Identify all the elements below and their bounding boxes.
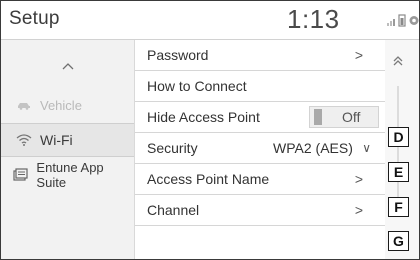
double-chevron-up-icon [393, 56, 403, 66]
settings-status-icon [409, 16, 419, 25]
row-label: Hide Access Point [147, 109, 260, 125]
sidebar-item-vehicle[interactable]: Vehicle [1, 88, 134, 122]
page-title: Setup [9, 8, 60, 29]
list-row-password[interactable]: Password > [135, 40, 385, 71]
battery-icon [398, 14, 406, 27]
sidebar-item-label: Vehicle [40, 97, 82, 113]
list-row-partial [135, 226, 385, 257]
chevron-up-icon [62, 63, 73, 70]
toggle-value: Off [342, 109, 361, 125]
row-label: Access Point Name [147, 171, 270, 187]
car-icon [16, 98, 36, 112]
scroll-column [386, 40, 419, 259]
list-row-hide-access-point[interactable]: Hide Access Point Off [135, 102, 385, 133]
callout-label: D [388, 127, 409, 147]
chevron-right-icon: > [354, 171, 363, 187]
scroll-up-button[interactable] [390, 54, 406, 70]
callout-label: E [388, 162, 409, 182]
wifi-icon [16, 133, 36, 147]
app-suite-icon [13, 168, 32, 182]
chevron-right-icon: > [354, 202, 363, 218]
sidebar-item-label: Entune App Suite [36, 160, 104, 190]
row-label: Password [147, 47, 209, 63]
sidebar: Vehicle Wi-Fi Entune App Suite [1, 40, 135, 259]
chevron-right-icon: > [354, 47, 363, 63]
signal-icon [387, 19, 395, 26]
sidebar-item-entune-app-suite[interactable]: Entune App Suite [1, 158, 134, 192]
callout-label: G [388, 231, 409, 251]
row-label: Security [147, 140, 198, 156]
sidebar-scroll-up-button[interactable] [1, 52, 134, 80]
list-row-security[interactable]: Security WPA2 (AES) ∨ [135, 133, 385, 164]
list-row-how-to-connect[interactable]: How to Connect [135, 71, 385, 102]
header-bar: Setup 1:13 [1, 1, 419, 40]
setup-screen: Setup 1:13 Vehicle Wi-Fi Entune App Suit… [0, 0, 420, 260]
list-row-channel[interactable]: Channel > [135, 195, 385, 226]
hide-access-point-toggle[interactable]: Off [309, 106, 379, 128]
status-icons [385, 13, 419, 27]
sidebar-item-wifi[interactable]: Wi-Fi [1, 123, 134, 157]
clock: 1:13 [287, 4, 340, 34]
wifi-settings-list: Password > How to Connect Hide Access Po… [135, 40, 385, 259]
row-label: Channel [147, 202, 200, 218]
toggle-indicator [314, 109, 322, 125]
chevron-down-icon: ∨ [362, 141, 371, 155]
callout-label: F [388, 197, 409, 217]
sidebar-item-label: Wi-Fi [40, 132, 73, 148]
security-value: WPA2 (AES) [273, 140, 353, 156]
row-label: How to Connect [147, 78, 247, 94]
list-row-access-point-name[interactable]: Access Point Name > [135, 164, 385, 195]
